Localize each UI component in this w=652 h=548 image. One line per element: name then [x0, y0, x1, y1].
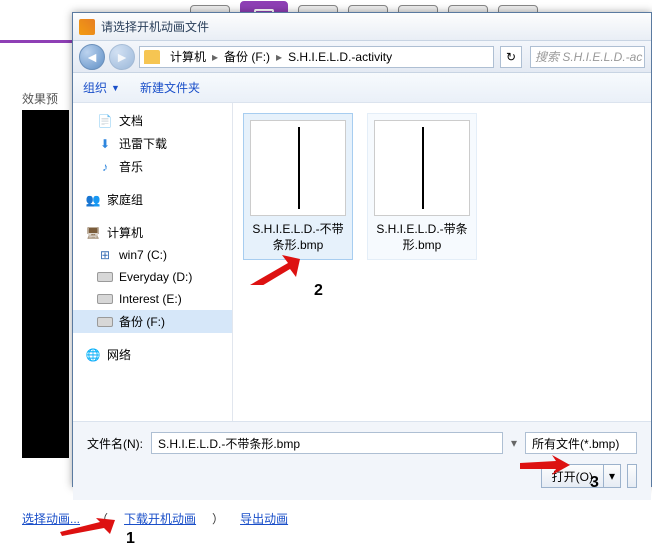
music-icon: ♪ — [97, 159, 113, 175]
nav-music[interactable]: ♪ 音乐 — [73, 155, 232, 178]
nav-label: 计算机 — [107, 224, 143, 241]
dialog-title: 请选择开机动画文件 — [101, 18, 209, 35]
paren-close: ） — [212, 510, 224, 527]
new-folder-button[interactable]: 新建文件夹 — [140, 79, 200, 96]
chevron-right-icon: ▸ — [276, 50, 282, 64]
nav-documents[interactable]: 📄 文档 — [73, 109, 232, 132]
search-placeholder: 搜索 S.H.I.E.L.D.-ac — [535, 48, 642, 65]
file-list[interactable]: S.H.I.E.L.D.-不带条形.bmp S.H.I.E.L.D.-带条形.b… — [233, 103, 651, 421]
nav-drive-d[interactable]: Everyday (D:) — [73, 266, 232, 288]
file-open-dialog: 请选择开机动画文件 ◄ ► 计算机 ▸ 备份 (F:) ▸ S.H.I.E.L.… — [72, 12, 652, 487]
bottom-links: 选择动画... （ 下载开机动画 ） 导出动画 — [22, 510, 288, 527]
file-item[interactable]: S.H.I.E.L.D.-带条形.bmp — [367, 113, 477, 260]
organize-label: 组织 — [83, 79, 107, 96]
open-button-label: 打开(O) — [542, 465, 604, 487]
document-icon: 📄 — [97, 113, 113, 129]
back-button[interactable]: ◄ — [79, 44, 105, 70]
file-type-filter[interactable]: 所有文件(*.bmp) — [525, 432, 637, 454]
dialog-footer: 文件名(N): ▾ 所有文件(*.bmp) 打开(O) ▾ — [73, 421, 651, 500]
nav-label: 网络 — [107, 346, 131, 363]
chevron-down-icon: ▼ — [111, 83, 120, 93]
nav-label: Everyday (D:) — [119, 270, 192, 284]
file-thumbnail — [250, 120, 346, 216]
nav-drive-c[interactable]: ⊞ win7 (C:) — [73, 244, 232, 266]
refresh-button[interactable]: ↻ — [500, 46, 522, 68]
nav-label: 迅雷下载 — [119, 135, 167, 152]
file-name: S.H.I.E.L.D.-带条形.bmp — [374, 222, 470, 253]
arrow-left-icon: ◄ — [85, 50, 99, 64]
filename-label: 文件名(N): — [87, 435, 143, 452]
network-icon: 🌐 — [85, 347, 101, 363]
open-button[interactable]: 打开(O) ▾ — [541, 464, 621, 488]
export-animation-link[interactable]: 导出动画 — [240, 510, 288, 527]
file-name: S.H.I.E.L.D.-不带条形.bmp — [250, 222, 346, 253]
nav-label: 文档 — [119, 112, 143, 129]
search-input[interactable]: 搜索 S.H.I.E.L.D.-ac — [530, 46, 645, 68]
nav-label: 音乐 — [119, 158, 143, 175]
navbar: ◄ ► 计算机 ▸ 备份 (F:) ▸ S.H.I.E.L.D.-activit… — [73, 41, 651, 73]
nav-network[interactable]: 🌐 网络 — [73, 343, 232, 366]
breadcrumb-seg[interactable]: 备份 (F:) — [220, 48, 274, 65]
download-icon: ⬇ — [97, 136, 113, 152]
nav-drive-e[interactable]: Interest (E:) — [73, 288, 232, 310]
nav-drive-f[interactable]: 备份 (F:) — [73, 310, 232, 333]
file-item[interactable]: S.H.I.E.L.D.-不带条形.bmp — [243, 113, 353, 260]
homegroup-icon: 👥 — [85, 192, 101, 208]
breadcrumb-seg[interactable]: S.H.I.E.L.D.-activity — [284, 50, 396, 64]
download-animation-link[interactable]: 下载开机动画 — [124, 510, 196, 527]
chevron-down-icon[interactable]: ▾ — [511, 436, 517, 450]
breadcrumb[interactable]: 计算机 ▸ 备份 (F:) ▸ S.H.I.E.L.D.-activity — [139, 46, 494, 68]
folder-icon — [144, 50, 160, 64]
forward-button[interactable]: ► — [109, 44, 135, 70]
chevron-right-icon: ▸ — [212, 50, 218, 64]
drive-icon — [97, 317, 113, 327]
cancel-button-partial[interactable] — [627, 464, 637, 488]
nav-computer[interactable]: 🖥 计算机 — [73, 221, 232, 244]
nav-homegroup[interactable]: 👥 家庭组 — [73, 188, 232, 211]
breadcrumb-seg[interactable]: 计算机 — [166, 48, 210, 65]
filter-label: 所有文件(*.bmp) — [532, 435, 619, 452]
navigation-pane[interactable]: 📄 文档 ⬇ 迅雷下载 ♪ 音乐 👥 家庭组 🖥 计算机 ⊞ win7 (C:) Every… — [73, 103, 233, 421]
select-animation-link[interactable]: 选择动画... — [22, 510, 80, 527]
toolbar: 组织 ▼ 新建文件夹 — [73, 73, 651, 103]
preview-area — [22, 110, 69, 458]
effect-preview-label: 效果预 — [22, 90, 58, 107]
paren-open: （ — [96, 510, 108, 527]
new-folder-label: 新建文件夹 — [140, 79, 200, 96]
drive-icon — [97, 294, 113, 304]
drive-icon — [97, 272, 113, 282]
titlebar: 请选择开机动画文件 — [73, 13, 651, 41]
nav-label: win7 (C:) — [119, 248, 167, 262]
refresh-icon: ↻ — [506, 50, 516, 64]
nav-label: 备份 (F:) — [119, 313, 165, 330]
nav-label: Interest (E:) — [119, 292, 182, 306]
chevron-down-icon[interactable]: ▾ — [604, 469, 620, 483]
nav-label: 家庭组 — [107, 191, 143, 208]
drive-icon: ⊞ — [97, 247, 113, 263]
computer-icon: 🖥 — [85, 225, 101, 241]
arrow-right-icon: ► — [115, 50, 129, 64]
file-thumbnail — [374, 120, 470, 216]
app-icon — [79, 19, 95, 35]
filename-input[interactable] — [151, 432, 503, 454]
organize-menu[interactable]: 组织 ▼ — [83, 79, 120, 96]
nav-xunlei[interactable]: ⬇ 迅雷下载 — [73, 132, 232, 155]
